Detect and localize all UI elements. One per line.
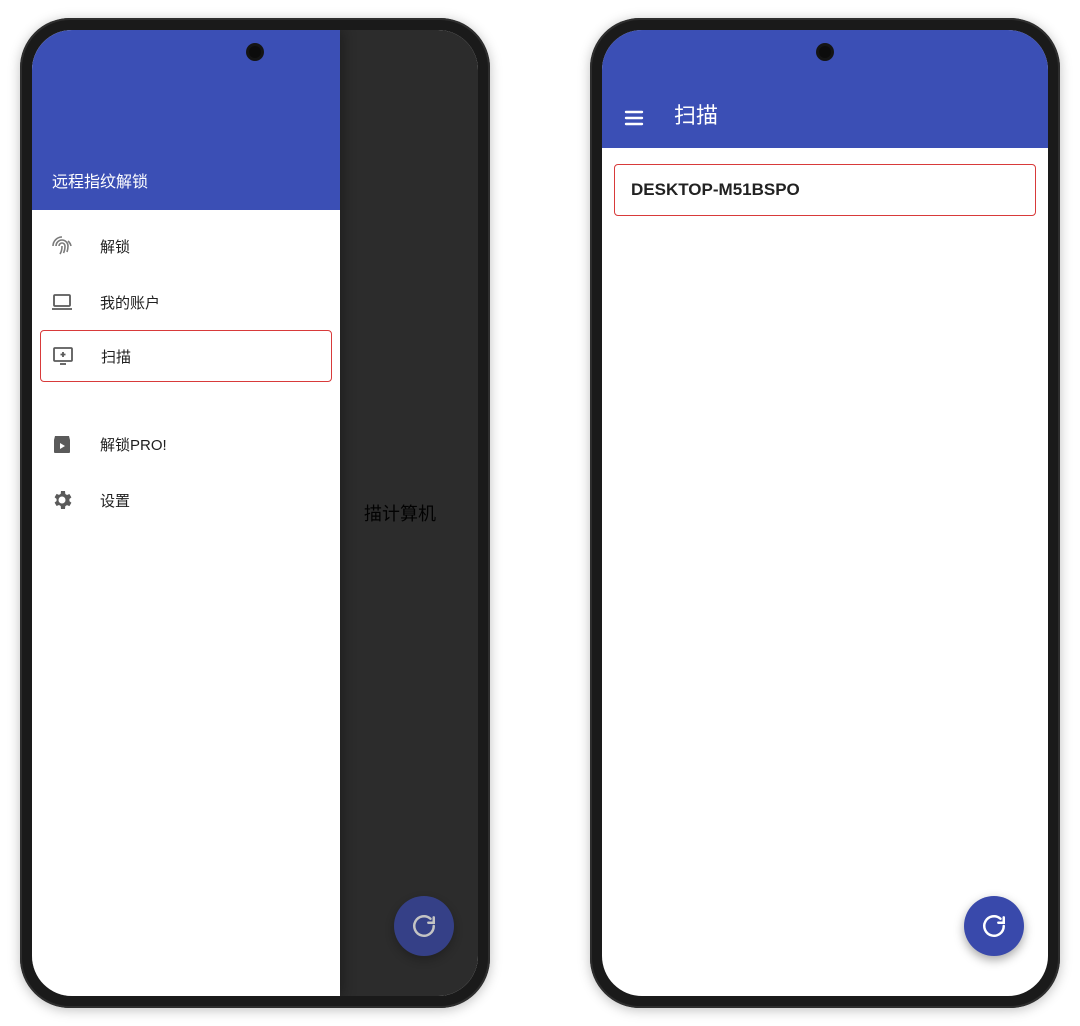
scan-result-item[interactable]: DESKTOP-M51BSPO <box>614 164 1036 216</box>
scan-result-list: DESKTOP-M51BSPO <box>602 148 1048 232</box>
drawer-item-label: 扫描 <box>101 346 131 367</box>
refresh-fab[interactable] <box>964 896 1024 956</box>
drawer-item-label: 解锁PRO! <box>100 434 167 455</box>
store-icon <box>50 432 74 456</box>
add-monitor-icon <box>51 344 75 368</box>
drawer-item-label: 我的账户 <box>100 292 160 313</box>
drawer-item-unlock[interactable]: 解锁 <box>32 218 340 274</box>
phone-mock-right: 扫描 DESKTOP-M51BSPO <box>590 18 1060 1008</box>
drawer-item-accounts[interactable]: 我的账户 <box>32 274 340 330</box>
drawer-item-settings[interactable]: 设置 <box>32 472 340 528</box>
navigation-drawer: 远程指纹解锁 解锁 <box>32 30 340 996</box>
drawer-header: 远程指纹解锁 <box>32 30 340 210</box>
drawer-item-label: 解锁 <box>100 236 130 257</box>
app-bar: 扫描 <box>602 30 1048 148</box>
refresh-icon <box>981 913 1007 939</box>
gear-icon <box>50 488 74 512</box>
phone-mock-left: 描计算机 公众号:优Store 远程指纹解锁 <box>20 18 490 1008</box>
scan-result-name: DESKTOP-M51BSPO <box>631 180 800 199</box>
fingerprint-icon <box>50 234 74 258</box>
screen-right: 扫描 DESKTOP-M51BSPO <box>602 30 1048 996</box>
drawer-item-label: 设置 <box>100 490 130 511</box>
drawer-divider-gap <box>32 382 340 416</box>
laptop-icon <box>50 290 74 314</box>
page-title: 扫描 <box>674 98 718 130</box>
refresh-icon <box>411 913 437 939</box>
background-partial-text: 描计算机 <box>364 500 436 526</box>
drawer-items: 解锁 我的账户 <box>32 210 340 528</box>
hamburger-icon[interactable] <box>622 106 646 130</box>
drawer-item-scan[interactable]: 扫描 <box>40 330 332 382</box>
drawer-item-pro[interactable]: 解锁PRO! <box>32 416 340 472</box>
refresh-fab[interactable] <box>394 896 454 956</box>
screen-left: 描计算机 公众号:优Store 远程指纹解锁 <box>32 30 478 996</box>
drawer-title: 远程指纹解锁 <box>52 168 148 192</box>
